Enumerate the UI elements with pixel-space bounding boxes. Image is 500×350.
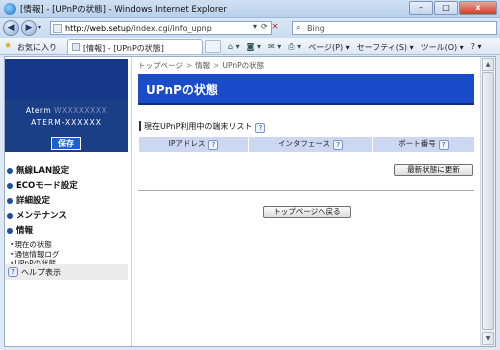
scroll-thumb[interactable] (482, 72, 494, 330)
back-to-top-button[interactable]: トップページへ戻る (263, 206, 351, 218)
bullet-icon (7, 228, 13, 234)
page-header: UPnPの状態 (138, 74, 474, 105)
history-dropdown-icon[interactable]: ▾ (38, 24, 41, 31)
section-help-icon[interactable]: ? (255, 123, 266, 133)
safety-menu[interactable]: セーフティ(S) ▾ (357, 42, 414, 53)
save-button[interactable]: 保存 (51, 137, 81, 150)
maximize-button[interactable]: □ (434, 1, 458, 15)
minimize-button[interactable]: – (409, 1, 433, 15)
sidebar-divider (131, 57, 132, 346)
breadcrumb: トップページ > 情報 > UPnPの状態 (138, 61, 265, 70)
brand-panel: Aterm WXXXXXXXX ATERM-XXXXXX 保存 (5, 59, 128, 152)
sidebar-item-wireless[interactable]: 無線LAN設定 (7, 165, 127, 180)
sidebar-subitem-current-status[interactable]: •現在の状態 (7, 240, 127, 250)
vertical-scrollbar[interactable]: ▲ ▼ (480, 57, 495, 346)
bullet-icon (7, 183, 13, 189)
section-marker (139, 121, 141, 131)
device-table-header: IPアドレス? インタフェース? ポート番号? (139, 137, 474, 152)
bullet-icon (7, 168, 13, 174)
breadcrumb-top[interactable]: トップページ (138, 61, 183, 70)
url-text[interactable]: http://web.setup/index.cgi/info_upnp (65, 24, 212, 33)
search-field[interactable]: ⌕ Bing (292, 21, 497, 35)
stop-icon[interactable]: ✕ (272, 22, 279, 31)
help-icon: ? (8, 267, 18, 277)
help-label: ヘルプ表示 (21, 268, 61, 277)
command-bar: ⌂ ▾ ◙ ▾ ✉ ▾ ⎙ ▾ ページ(P) ▾ セーフティ(S) ▾ ツール(… (228, 42, 482, 53)
window-title: [情報] - [UPnPの状態] - Windows Internet Expl… (20, 5, 227, 15)
sidebar-item-eco[interactable]: ECOモード設定 (7, 180, 127, 195)
forward-button[interactable]: ▶ (21, 20, 37, 36)
sidebar-menu: 無線LAN設定 ECOモード設定 詳細設定 メンテナンス 情報 •現在の状態 •… (7, 165, 127, 269)
new-tab-button[interactable] (205, 40, 221, 53)
page-title: UPnPの状態 (146, 83, 218, 97)
sidebar-item-maintenance[interactable]: メンテナンス (7, 210, 127, 225)
help-menu[interactable]: ? ▾ (471, 42, 482, 53)
search-icon: ⌕ (296, 23, 301, 32)
help-link[interactable]: ? ヘルプ表示 (5, 264, 128, 280)
search-placeholder: Bing (307, 24, 325, 33)
scroll-up-icon[interactable]: ▲ (482, 58, 494, 71)
section-title: 現在UPnP利用中の端末リスト? (139, 121, 266, 133)
model-name: ATERM-XXXXXX (31, 118, 102, 127)
refresh-icon[interactable]: ⟳ (261, 22, 268, 31)
close-button[interactable]: x (459, 1, 497, 15)
interface-help-icon[interactable]: ? (333, 140, 344, 150)
ie-icon (4, 3, 16, 15)
url-dropdown-icon[interactable]: ▾ (253, 22, 257, 31)
main-panel: トップページ > 情報 > UPnPの状態 UPnPの状態 現在UPnP利用中の端末リス… (138, 57, 476, 346)
tools-menu[interactable]: ツール(O) ▾ (421, 42, 464, 53)
feeds-icon[interactable]: ◙ ▾ (247, 42, 261, 53)
bullet-icon (7, 213, 13, 219)
sidebar-item-info[interactable]: 情報 (7, 225, 127, 240)
tab-label: [情報] - [UPnPの状態] (83, 44, 164, 53)
brand-name: Aterm WXXXXXXXX (25, 106, 108, 115)
back-button[interactable]: ◀ (3, 20, 19, 36)
divider-line (138, 190, 474, 191)
address-bar: ◀ ▶ ▾ http://web.setup/index.cgi/info_up… (0, 18, 500, 38)
page-menu[interactable]: ページ(P) ▾ (308, 42, 349, 53)
mail-icon[interactable]: ✉ ▾ (268, 42, 281, 53)
page-content: Aterm WXXXXXXXX ATERM-XXXXXX 保存 無線LAN設定 … (4, 56, 496, 347)
favorites-button[interactable]: お気に入り (17, 42, 57, 53)
favorites-bar: ★ お気に入り [情報] - [UPnPの状態] ⌂ ▾ ◙ ▾ ✉ ▾ ⎙ ▾… (0, 38, 500, 55)
sidebar-item-advanced[interactable]: 詳細設定 (7, 195, 127, 210)
home-icon[interactable]: ⌂ ▾ (228, 42, 240, 53)
breadcrumb-info[interactable]: 情報 (195, 61, 210, 70)
print-icon[interactable]: ⎙ ▾ (288, 42, 301, 53)
breadcrumb-current: UPnPの状態 (222, 61, 265, 70)
sidebar-subitem-comm-log[interactable]: •通信情報ログ (7, 250, 127, 260)
port-help-icon[interactable]: ? (438, 140, 449, 150)
brand-banner (5, 59, 128, 99)
window-controls: – □ x (408, 1, 497, 15)
favorites-star-icon[interactable]: ★ (4, 41, 12, 51)
browser-tab[interactable]: [情報] - [UPnPの状態] (67, 39, 203, 54)
window-titlebar: [情報] - [UPnPの状態] - Windows Internet Expl… (0, 0, 500, 18)
url-actions: ▾ ⟳ ✕ (253, 22, 278, 31)
column-ip-address: IPアドレス? (139, 137, 249, 152)
ip-help-icon[interactable]: ? (208, 140, 219, 150)
page-icon (53, 24, 62, 33)
url-field[interactable]: http://web.setup/index.cgi/info_upnp (50, 21, 272, 35)
tab-page-icon (72, 43, 80, 51)
refresh-status-button[interactable]: 最新状態に更新 (394, 164, 473, 176)
sidebar: Aterm WXXXXXXXX ATERM-XXXXXX 保存 無線LAN設定 … (5, 57, 128, 346)
bullet-icon (7, 198, 13, 204)
column-port: ポート番号? (373, 137, 474, 152)
column-interface: インタフェース? (249, 137, 373, 152)
scroll-down-icon[interactable]: ▼ (482, 332, 494, 345)
